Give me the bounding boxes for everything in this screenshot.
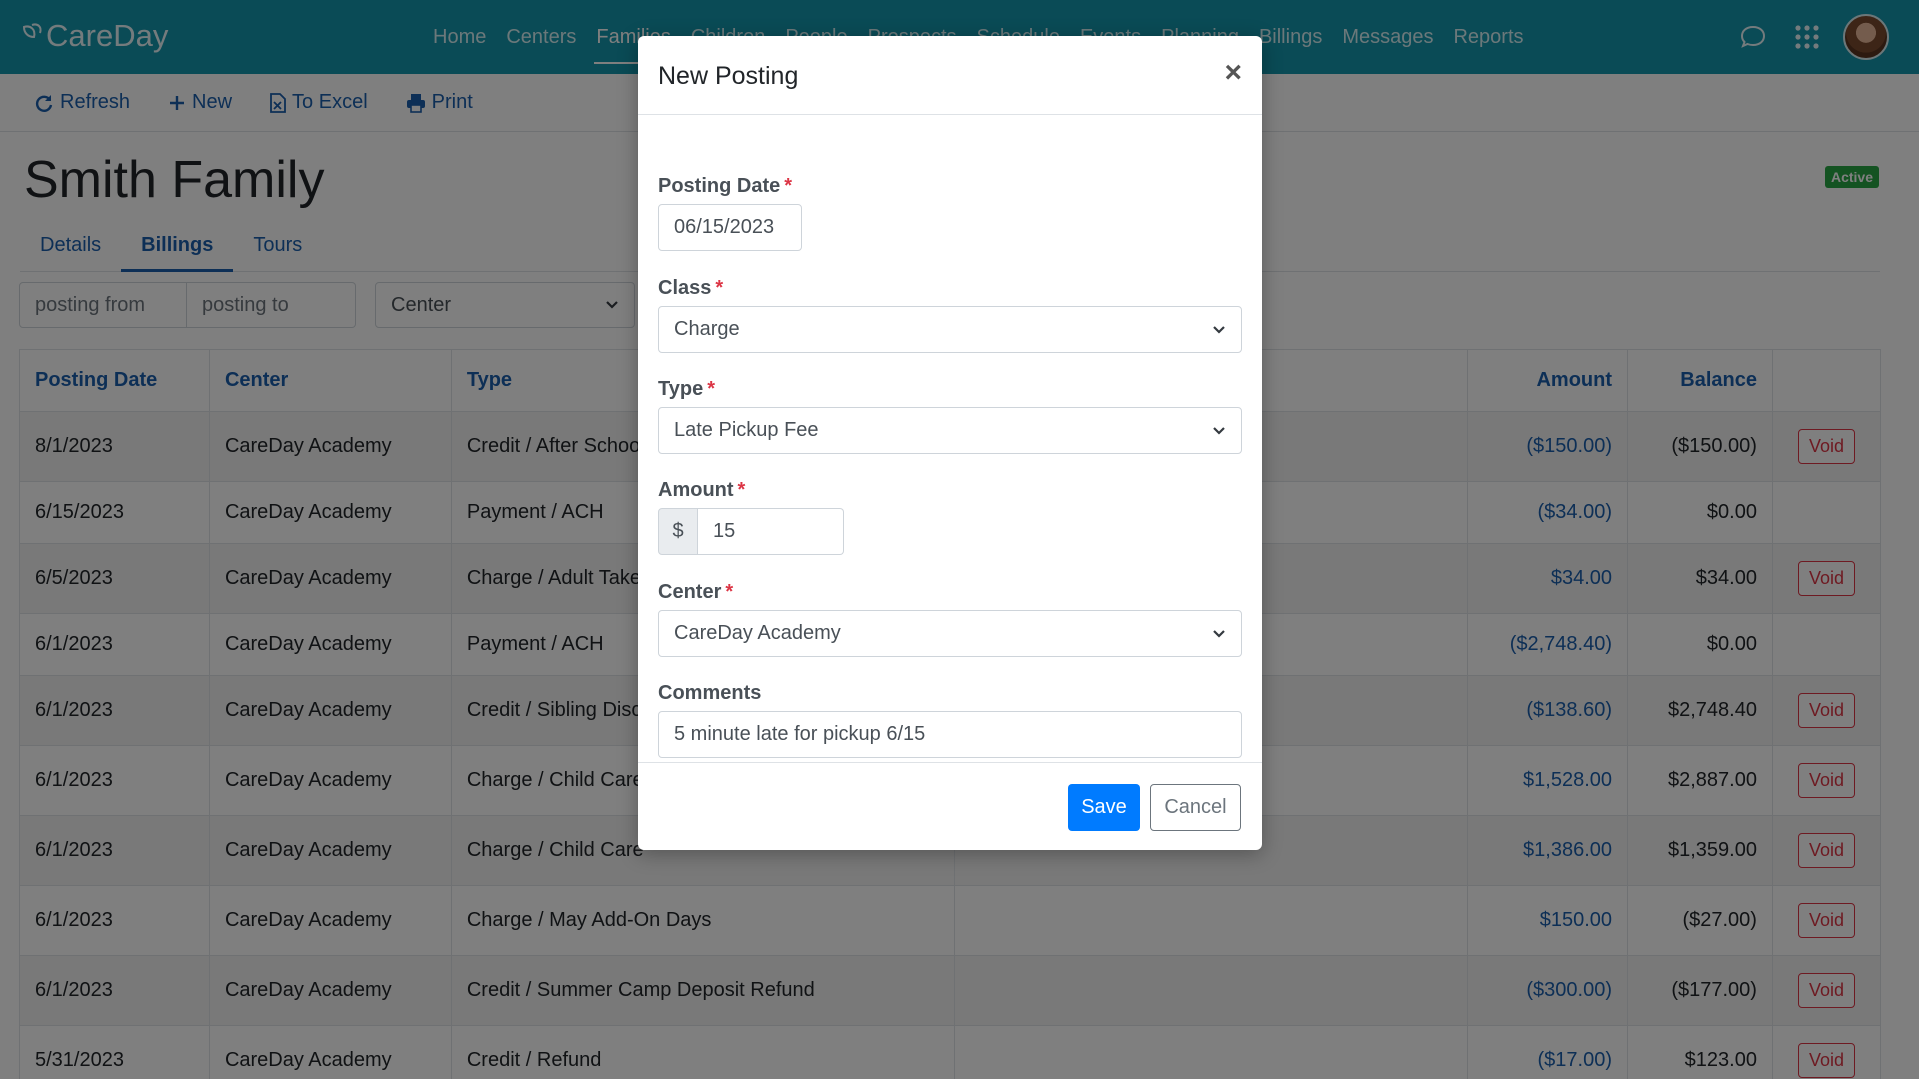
amount-input[interactable]: 15 xyxy=(698,508,844,555)
type-select[interactable]: Late Pickup Fee xyxy=(658,407,1242,454)
comments-label: Comments xyxy=(658,682,762,704)
cancel-button[interactable]: Cancel xyxy=(1150,784,1241,831)
close-icon[interactable]: × xyxy=(1224,58,1242,114)
type-label: Type * xyxy=(658,378,715,400)
modal-title: New Posting xyxy=(658,62,799,90)
amount-label: Amount * xyxy=(658,479,746,501)
chevron-down-icon xyxy=(1213,629,1225,638)
save-button[interactable]: Save xyxy=(1068,784,1140,831)
new-posting-modal: New Posting × Posting Date * 06/15/2023 C… xyxy=(638,36,1262,850)
class-select-value: Charge xyxy=(674,318,740,340)
posting-date-label: Posting Date * xyxy=(658,175,793,197)
modal-footer: Save Cancel xyxy=(638,762,1262,850)
comments-input[interactable]: 5 minute late for pickup 6/15 xyxy=(658,711,1242,758)
center-select-value: CareDay Academy xyxy=(674,622,841,644)
class-select[interactable]: Charge xyxy=(658,306,1242,353)
modal-header: New Posting × xyxy=(638,36,1262,115)
class-label: Class * xyxy=(658,277,724,299)
currency-prefix: $ xyxy=(658,508,698,555)
type-select-value: Late Pickup Fee xyxy=(674,419,819,441)
chevron-down-icon xyxy=(1213,426,1225,435)
center-select[interactable]: CareDay Academy xyxy=(658,610,1242,657)
amount-input-group: $ 15 xyxy=(658,508,844,555)
center-label: Center * xyxy=(658,581,734,603)
posting-date-input[interactable]: 06/15/2023 xyxy=(658,204,802,251)
chevron-down-icon xyxy=(1213,325,1225,334)
